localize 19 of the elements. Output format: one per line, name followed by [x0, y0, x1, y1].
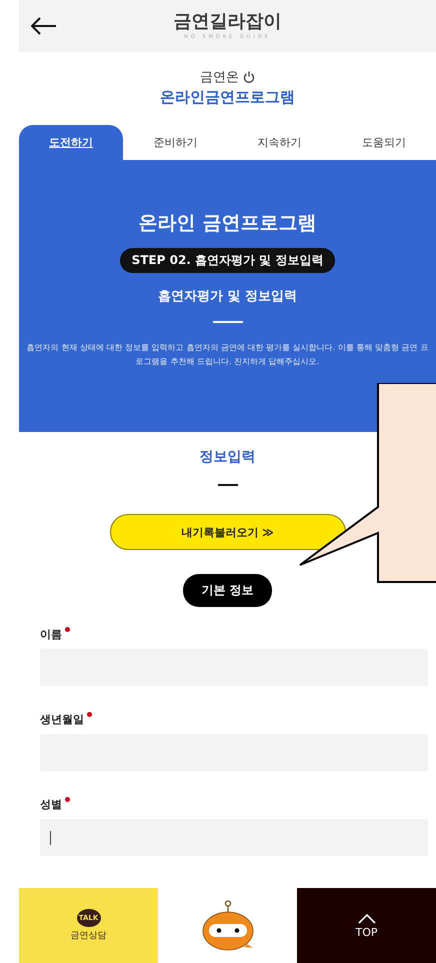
- banner-subtitle: 흡연자평가 및 정보입력: [158, 288, 298, 305]
- field-label: 생년월일: [40, 712, 84, 727]
- overline-text: 금연온: [200, 69, 239, 86]
- field-label: 이름: [40, 627, 62, 642]
- power-icon: [243, 71, 255, 83]
- robot-mascot-icon[interactable]: [200, 900, 254, 952]
- section-title: 정보입력: [200, 448, 256, 466]
- group-label: 기본 정보: [183, 574, 272, 607]
- banner-title: 온라인 금연프로그램: [138, 211, 316, 236]
- program-title: 온라인금연프로그램: [160, 88, 295, 107]
- step-label: STEP 02. 흡연자평가 및 정보입력: [120, 248, 336, 273]
- banner-description: 흡연자의 현재 상태에 대한 정보를 입력하고 흡연자의 금연에 대한 평가를 실시합니다. 이를 통해 맞춤형 금연 프로그램을 추천해 드립니다. 진지하게 답해주십시오.: [26, 341, 430, 368]
- load-records-button[interactable]: 내기록불러오기 ≫: [110, 514, 346, 550]
- chevron-up-icon: [356, 912, 376, 924]
- program-tab[interactable]: 도전하기: [19, 125, 124, 160]
- scroll-top-button[interactable]: TOP: [297, 888, 436, 963]
- field-label: 성별: [40, 797, 62, 812]
- input-field[interactable]: [40, 819, 428, 856]
- logo-text: 금연길라잡이: [174, 12, 282, 32]
